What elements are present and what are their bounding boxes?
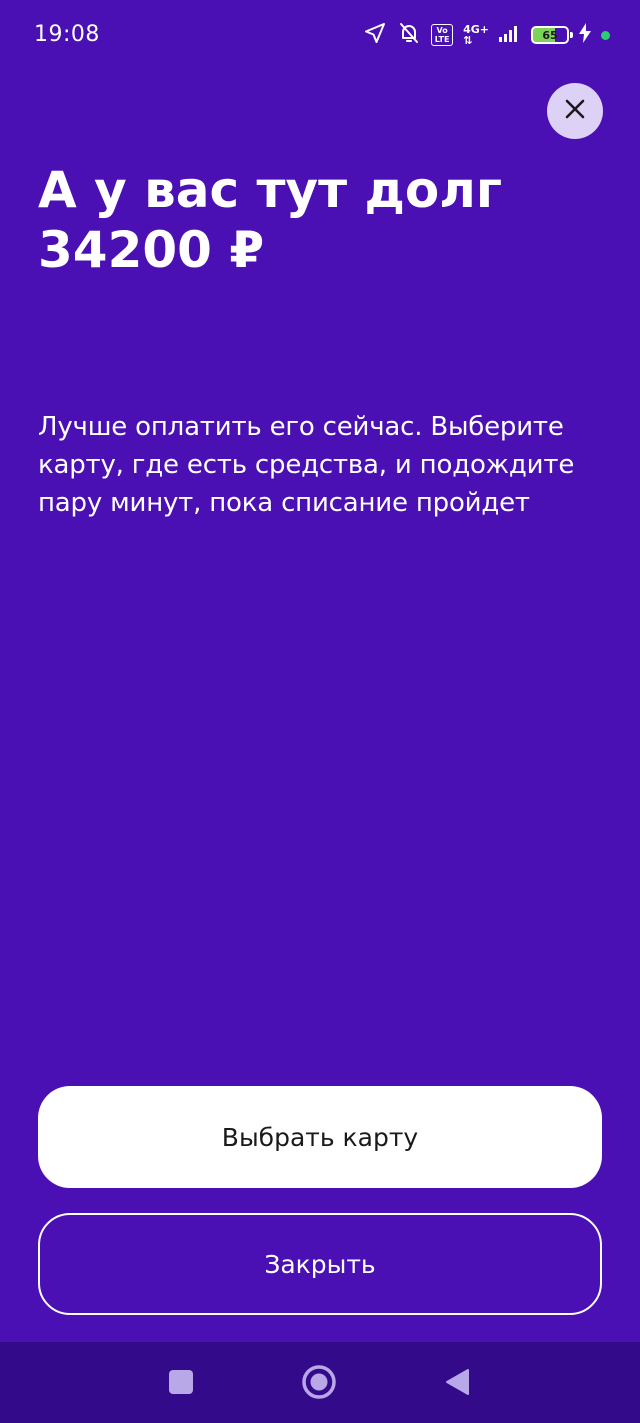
choose-card-button[interactable]: Выбрать карту — [38, 1086, 602, 1188]
close-dialog-button[interactable]: Закрыть — [38, 1213, 602, 1315]
status-icons: Vo LTE 4G+ ⇅ 65 — [353, 20, 610, 50]
bell-off-icon — [397, 21, 421, 49]
charging-icon — [579, 23, 591, 47]
description-line: пару минут, пока списание пройдет — [38, 488, 530, 518]
network-indicator: 4G+ ⇅ — [463, 24, 489, 46]
status-time: 19:08 — [34, 22, 100, 47]
status-bar: 19:08 Vo LTE 4G+ ⇅ 65 — [0, 0, 640, 72]
battery-icon: 65 — [531, 26, 573, 44]
navigation-bar — [0, 1342, 640, 1423]
recents-square-icon[interactable] — [161, 1362, 201, 1402]
debt-amount: 34200 ₽ — [38, 221, 265, 279]
volte-icon: Vo LTE — [431, 24, 454, 46]
close-button[interactable] — [547, 83, 603, 139]
description-line: карту, где есть средства, и подождите — [38, 450, 575, 480]
signal-icon — [499, 24, 521, 46]
home-circle-icon[interactable] — [299, 1362, 339, 1402]
location-arrow-icon — [363, 21, 387, 49]
battery-level: 65 — [542, 28, 558, 42]
page-title: А у вас тут долг 34200 ₽ — [38, 160, 598, 280]
data-arrows-icon: ⇅ — [463, 34, 473, 47]
back-triangle-icon[interactable] — [437, 1362, 477, 1402]
description-line: Лучше оплатить его сейчас. Выберите — [38, 412, 564, 442]
title-line: А у вас тут долг — [38, 161, 502, 219]
description-text: Лучше оплатить его сейчас. Выберите карт… — [38, 408, 613, 522]
close-icon — [564, 98, 586, 124]
dot-icon — [601, 30, 610, 40]
